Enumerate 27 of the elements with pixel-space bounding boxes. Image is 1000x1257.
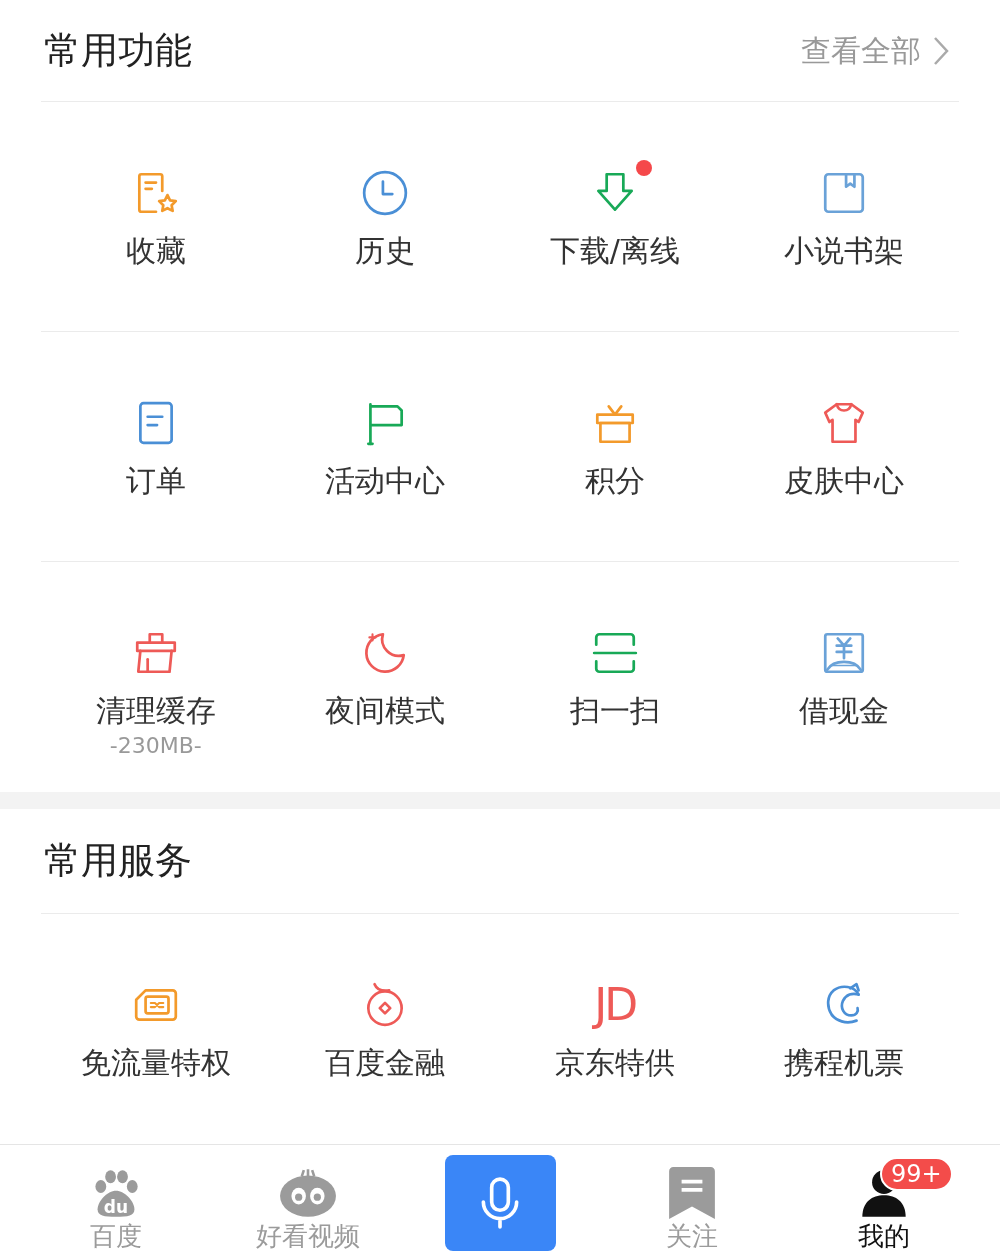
face-icon [279,1167,337,1219]
feature-label: 历史 [355,232,416,270]
feature-label: 免流量特权 [80,1044,231,1082]
section-title: 常用服务 [43,838,192,885]
logo-text: du [103,1199,129,1216]
feature-label: 活动中心 [325,462,446,500]
feature-label: 借现金 [799,692,890,730]
chevron-right-icon [933,35,949,66]
logo-text: JD [594,980,636,1030]
feature-label: 京东特供 [554,1044,675,1082]
bookmark-icon [667,1167,717,1219]
feature-label: 收藏 [125,232,186,270]
cache-size: -230MB- [109,732,202,760]
feature-label: 携程机票 [784,1044,905,1082]
voice-search-button[interactable] [444,1155,556,1251]
feature-label: 皮肤中心 [784,462,905,500]
feature-label: 积分 [584,462,645,500]
section-title: 常用功能 [43,27,192,74]
feature-label: 订单 [125,462,186,500]
feature-label: 小说书架 [784,232,905,270]
feature-label: 夜间模式 [325,692,446,730]
nav-tab[interactable]: 99+ 我的 [788,1153,980,1253]
feature-label: 清理缓存 [95,692,216,730]
feature-label: 扫一扫 [569,692,660,730]
notification-badge: 99+ [880,1157,953,1191]
feature-label: 下载/离线 [549,232,680,270]
feature-label: 百度金融 [325,1044,446,1082]
